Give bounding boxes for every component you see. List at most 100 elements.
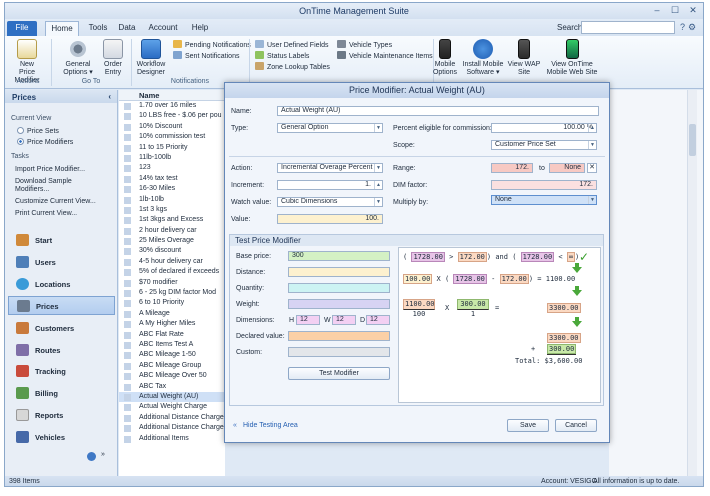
height-input[interactable]: 12 xyxy=(296,315,320,325)
sent-notifications-button[interactable]: Sent Notifications xyxy=(173,51,239,61)
range-from-input[interactable]: 172. xyxy=(491,163,533,173)
general-options-button[interactable]: General Options ▾ xyxy=(61,39,95,77)
settings-icon[interactable]: ⚙ xyxy=(688,22,699,32)
cancel-button[interactable]: Cancel xyxy=(555,419,597,432)
list-item[interactable]: 2 hour delivery car xyxy=(119,226,225,236)
mobile-options-button[interactable]: Mobile Options xyxy=(432,39,458,77)
spin-icon[interactable]: ▲ xyxy=(374,181,382,189)
nav-users[interactable]: Users xyxy=(8,253,115,272)
nav-start[interactable]: Start xyxy=(8,231,115,250)
task-print-view[interactable]: Print Current View... xyxy=(15,210,77,218)
chevron-down-icon[interactable]: ▼ xyxy=(588,196,596,204)
quantity-input[interactable] xyxy=(288,283,390,293)
scrollbar-thumb[interactable] xyxy=(689,124,696,156)
list-item[interactable]: 5% of declared if exceeds xyxy=(119,267,225,277)
search-input[interactable] xyxy=(581,21,675,34)
custom-input[interactable] xyxy=(288,347,390,357)
list-item[interactable]: ABC Mileage Over 50 xyxy=(119,371,225,381)
install-mobile-software-button[interactable]: Install Mobile Software ▾ xyxy=(461,39,505,77)
list-item[interactable]: ABC Mileage Group xyxy=(119,361,225,371)
list-item[interactable]: ABC Flat Rate xyxy=(119,330,225,340)
multiply-by-select[interactable]: None ▼ xyxy=(491,195,597,205)
list-item[interactable]: Additional Distance Charges (Over 10) xyxy=(119,423,225,433)
tab-help[interactable]: Help xyxy=(187,21,213,36)
column-header-name[interactable]: Name xyxy=(119,90,225,101)
base-price-input[interactable]: 300 xyxy=(288,251,390,261)
increment-input[interactable]: 1. ▲ xyxy=(277,180,383,190)
list-item[interactable]: 10 LBS free - $.06 per pou xyxy=(119,111,225,121)
workflow-designer-button[interactable]: Workflow Designer xyxy=(133,39,169,77)
maximize-icon[interactable]: ☐ xyxy=(667,4,683,16)
zone-lookup-tables-button[interactable]: Zone Lookup Tables xyxy=(255,62,330,72)
name-input[interactable]: Actual Weight (AU) xyxy=(277,106,599,116)
list-item[interactable]: ABC Items Test A xyxy=(119,340,225,350)
depth-input[interactable]: 12 xyxy=(366,315,390,325)
panel-options-icon[interactable] xyxy=(87,452,96,461)
nav-locations[interactable]: Locations xyxy=(8,275,115,294)
declared-value-input[interactable] xyxy=(288,331,390,341)
chevron-down-icon[interactable]: ▼ xyxy=(588,141,596,149)
tab-data[interactable]: Data xyxy=(113,21,141,36)
test-modifier-button[interactable]: Test Modifier xyxy=(288,367,390,380)
clear-range-icon[interactable]: ✕ xyxy=(587,163,597,173)
nav-tracking[interactable]: Tracking xyxy=(8,362,115,381)
list-item[interactable]: 11lb-100lb xyxy=(119,153,225,163)
nav-billing[interactable]: Billing xyxy=(8,384,115,403)
double-chevron-up-icon[interactable]: « xyxy=(233,422,237,429)
list-item[interactable]: Actual Weight (AU) xyxy=(119,391,225,403)
vehicle-types-button[interactable]: Vehicle Types xyxy=(337,40,392,50)
list-item[interactable]: 1st 3 kgs xyxy=(119,205,225,215)
view-wap-site-button[interactable]: View WAP Site xyxy=(507,39,541,77)
action-select[interactable]: Incremental Overage Percent ▼ xyxy=(277,163,383,173)
nav-vehicles[interactable]: Vehicles xyxy=(8,428,115,447)
hide-testing-link[interactable]: Hide Testing Area xyxy=(243,422,298,429)
tab-home[interactable]: Home xyxy=(45,21,79,36)
task-customize-view[interactable]: Customize Current View... xyxy=(15,198,96,206)
weight-input[interactable] xyxy=(288,299,390,309)
list-item[interactable]: 10% commission test xyxy=(119,132,225,142)
minimize-icon[interactable]: – xyxy=(649,4,665,16)
list-item[interactable]: 10% Discount xyxy=(119,122,225,132)
range-to-input[interactable]: None xyxy=(549,163,585,173)
nav-reports[interactable]: Reports xyxy=(8,406,115,425)
nav-prices[interactable]: Prices xyxy=(8,296,115,315)
chevron-down-icon[interactable]: ▼ xyxy=(374,164,382,172)
list-item[interactable]: 11 to 15 Priority xyxy=(119,143,225,153)
save-button[interactable]: Save xyxy=(507,419,549,432)
task-download-samples[interactable]: Download Sample Modifiers... xyxy=(15,178,72,194)
list-item[interactable]: 6 - 25 kg DIM factor Mod xyxy=(119,288,225,298)
list-item[interactable]: ABC Tax xyxy=(119,382,225,392)
width-input[interactable]: 12 xyxy=(332,315,356,325)
tab-file[interactable]: File xyxy=(7,21,37,36)
list-item[interactable]: Additional Items xyxy=(119,434,225,444)
view-ontime-mobile-web-site-button[interactable]: View OnTime Mobile Web Site xyxy=(543,39,601,77)
status-labels-button[interactable]: Status Labels xyxy=(255,51,309,61)
spin-icon[interactable]: ▲ xyxy=(588,124,596,132)
list-item[interactable]: Actual Weight Charge xyxy=(119,402,225,412)
list-item[interactable]: 1.70 over 16 miles xyxy=(119,101,225,111)
vehicle-maintenance-items-button[interactable]: Vehicle Maintenance Items xyxy=(337,51,433,61)
close-icon[interactable]: ✕ xyxy=(685,4,701,16)
view-price-modifiers-radio[interactable]: Price Modifiers xyxy=(17,138,73,146)
list-item[interactable]: 6 to 10 Priority xyxy=(119,298,225,308)
chevron-down-icon[interactable]: ▼ xyxy=(374,124,382,132)
commission-input[interactable]: 100.00 % ▲ xyxy=(491,123,597,133)
list-item[interactable]: 1st 3kgs and Excess xyxy=(119,215,225,225)
list-item[interactable]: A My Higher Miles xyxy=(119,319,225,329)
pending-notifications-button[interactable]: Pending Notifications xyxy=(173,40,251,50)
list-item[interactable]: 123 xyxy=(119,163,225,173)
user-defined-fields-button[interactable]: User Defined Fields xyxy=(255,40,328,50)
value-input[interactable]: 100. xyxy=(277,214,383,224)
list-item[interactable]: 16-30 Miles xyxy=(119,184,225,194)
list-item[interactable]: ABC Mileage 1-50 xyxy=(119,350,225,360)
scope-select[interactable]: Customer Price Set ▼ xyxy=(491,140,597,150)
list-item[interactable]: Additional Distance Charges (Over 10) xyxy=(119,413,225,423)
list-item[interactable]: 4-5 hour delivery car xyxy=(119,257,225,267)
type-select[interactable]: General Option ▼ xyxy=(277,123,383,133)
vertical-scrollbar[interactable] xyxy=(687,90,697,476)
list-item[interactable]: 14% tax test xyxy=(119,174,225,184)
distance-input[interactable] xyxy=(288,267,390,277)
chevron-right-icon[interactable]: » xyxy=(101,451,105,458)
list-item[interactable]: 30% discount xyxy=(119,246,225,256)
list-item[interactable]: 1lb-10lb xyxy=(119,195,225,205)
